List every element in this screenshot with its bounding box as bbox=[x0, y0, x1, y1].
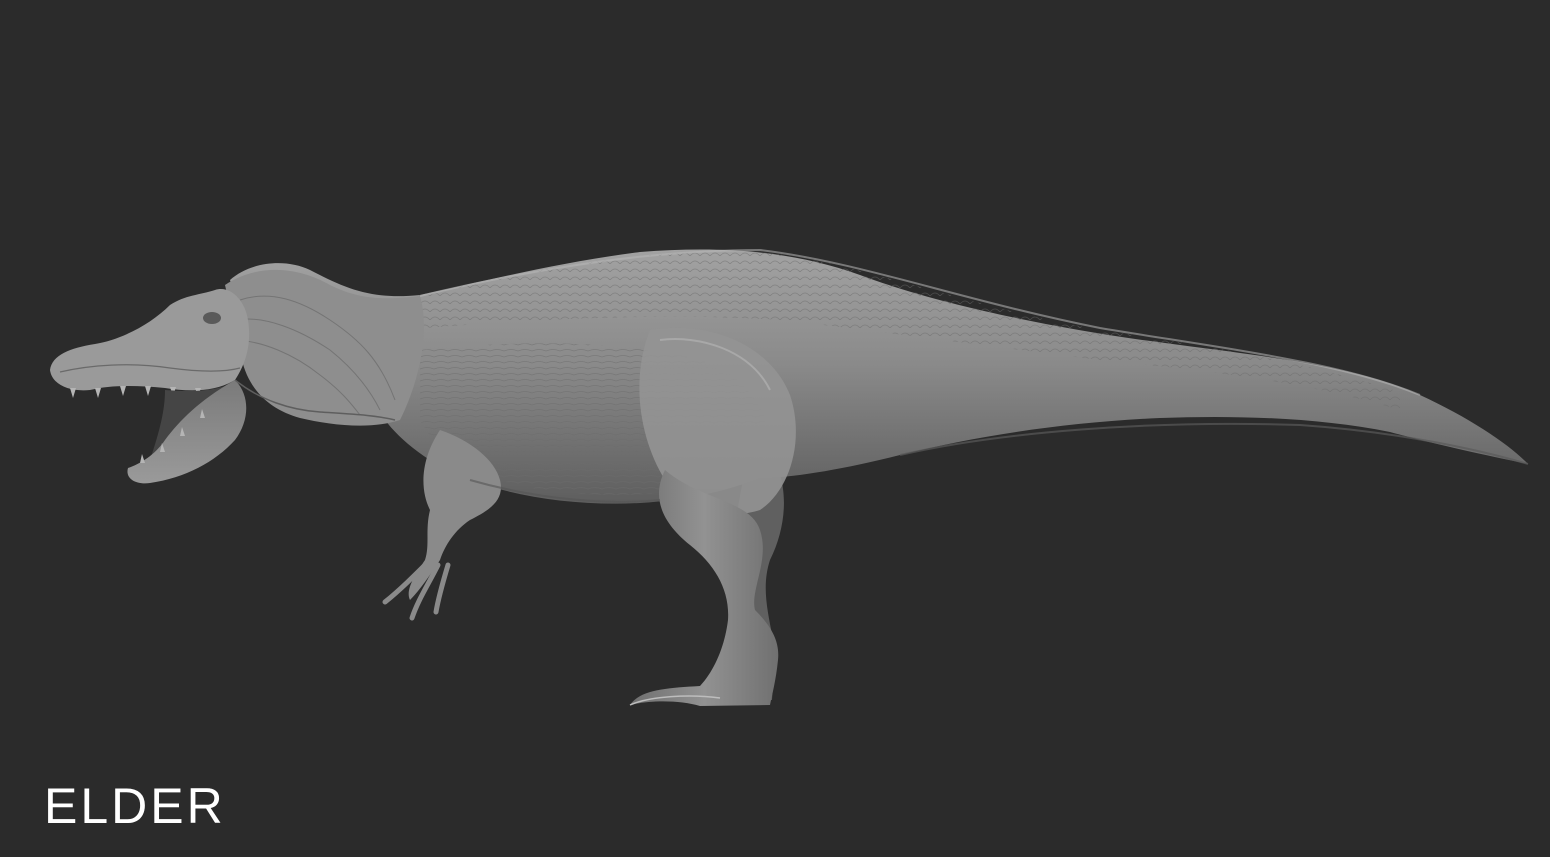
dinosaur-sculpt bbox=[50, 248, 1529, 706]
skull bbox=[50, 289, 250, 391]
neck bbox=[225, 269, 424, 426]
render-viewport: ELDER bbox=[0, 0, 1550, 857]
variant-label: ELDER bbox=[44, 778, 226, 834]
